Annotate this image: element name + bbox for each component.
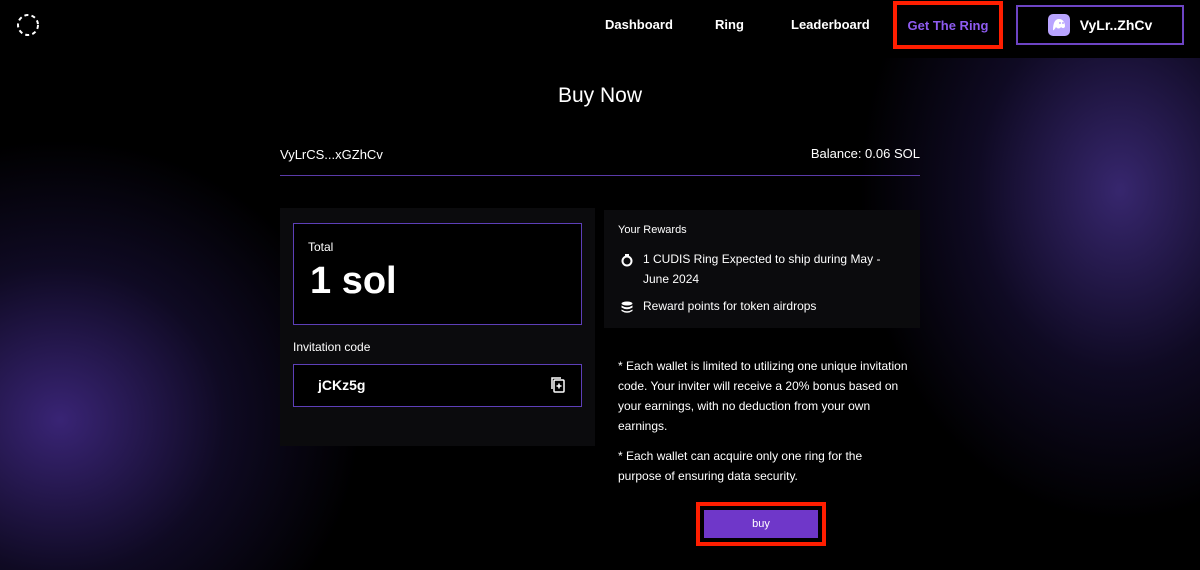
nav-ring[interactable]: Ring — [715, 17, 744, 32]
nav-leaderboard[interactable]: Leaderboard — [791, 17, 870, 32]
nav-get-the-ring-highlight: Get The Ring — [893, 1, 1003, 49]
balance-text: Balance: 0.06 SOL — [810, 146, 920, 161]
nav-dashboard[interactable]: Dashboard — [605, 17, 673, 32]
reward-text: 1 CUDIS Ring Expected to ship during May… — [643, 252, 881, 286]
reward-text: Reward points for token airdrops — [643, 299, 817, 313]
total-box: Total 1 sol — [293, 223, 582, 325]
rewards-panel: Your Rewards 1 CUDIS Ring Expected to sh… — [604, 210, 920, 328]
note-one-ring: * Each wallet can acquire only one ring … — [618, 449, 863, 483]
notes: * Each wallet is limited to utilizing on… — [618, 356, 908, 496]
wallet-address-label: VyLr..ZhCv — [1079, 17, 1153, 33]
invitation-code-field[interactable]: jCKz5g — [293, 364, 582, 407]
ghost-wallet-icon — [1047, 14, 1070, 36]
reward-item: 1 CUDIS Ring Expected to ship during May… — [620, 249, 905, 289]
invitation-code-value: jCKz5g — [318, 377, 366, 393]
coins-stack-icon — [620, 299, 634, 313]
loading-circle-icon[interactable] — [16, 13, 40, 37]
buy-button[interactable]: buy — [704, 510, 818, 538]
reward-item: Reward points for token airdrops — [620, 296, 816, 316]
divider — [280, 175, 920, 176]
wallet-address: VyLrCS...xGZhCv — [280, 147, 383, 162]
rewards-title: Your Rewards — [618, 224, 687, 236]
ring-icon — [620, 252, 634, 267]
total-label: Total — [308, 240, 334, 254]
wallet-button[interactable]: VyLr..ZhCv — [1016, 5, 1184, 45]
page-title: Buy Now — [557, 84, 643, 107]
note-invitation: * Each wallet is limited to utilizing on… — [618, 359, 908, 433]
nav-get-the-ring[interactable]: Get The Ring — [908, 18, 989, 33]
total-value: 1 sol — [310, 260, 397, 302]
buy-button-highlight: buy — [696, 502, 826, 546]
copy-plus-icon[interactable] — [549, 376, 567, 394]
order-panel: Total 1 sol Invitation code jCKz5g — [280, 208, 595, 446]
invitation-label: Invitation code — [293, 340, 371, 354]
